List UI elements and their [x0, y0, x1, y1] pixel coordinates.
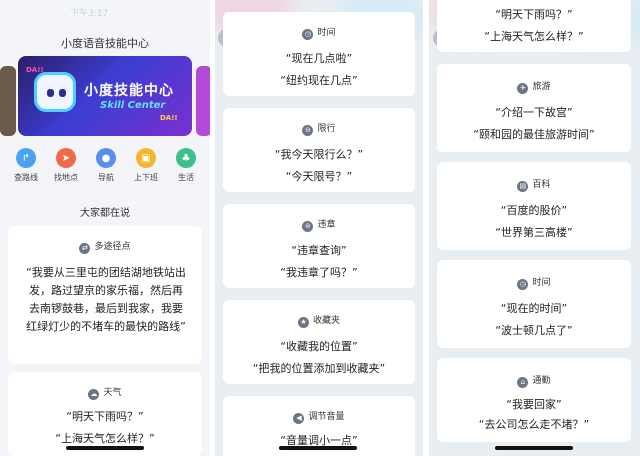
card-example: “我要回家” — [506, 398, 562, 411]
restriction-icon: ⊖ — [302, 125, 314, 136]
status-time: 下午3:17 — [70, 9, 109, 19]
card-example: “今天限号？” — [285, 170, 353, 183]
card-example: “去公司怎么走不堵？” — [478, 418, 590, 431]
route-icon: ⇄ — [79, 243, 91, 254]
shortcut-life[interactable]: ♣ 生活 — [168, 148, 204, 183]
card-header: ⌂ 通勤 — [437, 373, 631, 388]
skill-card-multi-waypoint[interactable]: ⇄ 多途径点 “我要从三里屯的团结湖地铁站出发，路过望京的家乐福，然后再去南锣鼓巷… — [8, 226, 202, 364]
shortcut-commute[interactable]: ▣ 上下班 — [128, 148, 164, 183]
briefcase-icon: ▣ — [136, 148, 156, 168]
shortcut-label: 上下班 — [134, 173, 158, 182]
banner-prev-peek[interactable] — [0, 66, 16, 136]
card-title: 多途径点 — [94, 242, 131, 252]
card-example: “百度的股价” — [500, 204, 568, 217]
star-icon: ★ — [297, 317, 309, 328]
card-title: 调节音量 — [308, 412, 345, 422]
skill-card-time[interactable]: ◷ 时间 “现在几点啦” “纽约现在几点” — [223, 12, 415, 96]
card-example: “现在的时间” — [500, 302, 568, 315]
card-header: ✈ 旅游 — [437, 79, 631, 94]
skill-card-weather[interactable]: ☁ 天气 “明天下雨吗？” “上海天气怎么样？” — [8, 372, 202, 456]
skill-card-weather-partial[interactable]: “明天下雨吗？” “上海天气怎么样？” — [437, 0, 631, 52]
skill-card-violation[interactable]: ⊜ 违章 “违章查询” “我违章了吗？” — [223, 204, 415, 288]
shortcut-label: 导航 — [98, 173, 114, 182]
card-header: ◷ 时间 — [437, 275, 631, 290]
card-header: ◀ 调节音量 — [223, 409, 415, 424]
home-indicator[interactable] — [279, 446, 357, 450]
skill-card-commute[interactable]: ⌂ 通勤 “我要回家” “去公司怎么走不堵？” — [437, 358, 631, 442]
card-header: ▤ 百科 — [437, 177, 631, 192]
skill-list-screen-2: ‹ ◷时间 “现在几点啦” “纽约现在几点” ⊖限行 “我今天限行么？” “今天… — [215, 0, 423, 456]
skill-card-favorites[interactable]: ★ 收藏夹 “收藏我的位置” “把我的位置添加到收藏夹” — [223, 300, 415, 384]
card-header: ◷ 时间 — [223, 25, 415, 40]
shortcut-label: 查路线 — [14, 173, 38, 182]
location-arrow-icon: ➤ — [56, 148, 76, 168]
card-example: “纽约现在几点” — [280, 74, 358, 87]
plant-icon: ♣ — [176, 148, 196, 168]
shortcut-route[interactable]: ↱ 查路线 — [8, 148, 44, 183]
page-title: 小度语音技能中心 — [61, 37, 149, 50]
volume-icon: ◀ — [293, 413, 305, 424]
shortcut-row: ↱ 查路线 ➤ 找地点 ● 导航 ▣ 上下班 ♣ 生活 — [8, 148, 202, 188]
card-title: 天气 — [103, 388, 122, 398]
card-title: 旅游 — [532, 82, 551, 92]
card-title: 时间 — [532, 278, 551, 288]
card-title: 时间 — [317, 28, 336, 38]
skill-center-home-screen: 下午3:17 小度语音技能中心 DA!! DA!! 小度技能中心 Skill C… — [0, 0, 210, 456]
section-title: 大家都在说 — [80, 208, 130, 219]
card-title: 百科 — [532, 180, 551, 190]
card-title: 违章 — [317, 220, 336, 230]
card-header: ⊜ 违章 — [223, 217, 415, 232]
card-example: “波士顿几点了” — [495, 324, 573, 337]
card-example: “上海天气怎么样？” — [55, 432, 155, 445]
skill-card-restriction[interactable]: ⊖ 限行 “我今天限行么？” “今天限号？” — [223, 108, 415, 192]
card-title: 通勤 — [532, 376, 551, 386]
card-example: “颐和园的最佳旅游时间” — [473, 128, 595, 141]
home-icon: ⌂ — [517, 377, 529, 388]
card-example: “我要从三里屯的团结湖地铁站出发，路过望京的家乐福，然后再去南锣鼓巷，最后到我家… — [26, 266, 186, 333]
card-example: “我违章了吗？” — [280, 266, 358, 279]
route-icon: ↱ — [16, 148, 36, 168]
card-example: “我今天限行么？” — [274, 148, 364, 161]
banner-next-peek[interactable] — [196, 66, 210, 136]
card-title: 限行 — [317, 124, 336, 134]
skill-center-banner[interactable]: DA!! DA!! 小度技能中心 Skill Center — [18, 56, 192, 136]
skill-card-travel[interactable]: ✈ 旅游 “介绍一下故宫” “颐和园的最佳旅游时间” — [437, 64, 631, 152]
decor-text: DA!! — [160, 114, 178, 122]
shortcut-label: 找地点 — [54, 173, 78, 182]
skill-list-screen-3: ‹ “明天下雨吗？” “上海天气怎么样？” ✈旅游 “介绍一下故宫” “颐和园的… — [429, 0, 640, 456]
card-header: ⇄ 多途径点 — [8, 239, 202, 254]
card-header: ★ 收藏夹 — [223, 313, 415, 328]
card-example: “介绍一下故宫” — [495, 106, 573, 119]
violation-icon: ⊜ — [302, 221, 314, 232]
home-indicator[interactable] — [495, 446, 573, 450]
card-header: ⊖ 限行 — [223, 121, 415, 136]
home-indicator[interactable] — [66, 446, 144, 450]
skill-card-time[interactable]: ◷ 时间 “现在的时间” “波士顿几点了” — [437, 260, 631, 348]
card-example: “明天下雨吗？” — [495, 8, 573, 21]
shortcut-navigation[interactable]: ● 导航 — [88, 148, 124, 183]
banner-subtitle: Skill Center — [100, 100, 166, 111]
card-example: “现在几点啦” — [285, 52, 353, 65]
card-example: “收藏我的位置” — [280, 340, 358, 353]
card-example: “把我的位置添加到收藏夹” — [252, 362, 386, 375]
robot-mascot-icon — [34, 72, 76, 112]
card-example: “世界第三高楼” — [495, 226, 573, 239]
shortcut-label: 生活 — [178, 173, 194, 182]
travel-icon: ✈ — [517, 83, 529, 94]
clock-icon: ◷ — [517, 279, 529, 290]
shortcut-find-place[interactable]: ➤ 找地点 — [48, 148, 84, 183]
card-header: ☁ 天气 — [8, 385, 202, 400]
card-title: 收藏夹 — [312, 316, 340, 326]
skill-card-encyclopedia[interactable]: ▤ 百科 “百度的股价” “世界第三高楼” — [437, 162, 631, 250]
banner-title: 小度技能中心 — [84, 83, 174, 99]
status-bar: 下午3:17 — [0, 6, 210, 19]
weather-icon: ☁ — [88, 389, 100, 400]
encyclopedia-icon: ▤ — [517, 181, 529, 192]
map-pin-icon: ● — [96, 148, 116, 168]
card-example: “上海天气怎么样？” — [484, 30, 584, 43]
card-example: “明天下雨吗？” — [66, 410, 144, 423]
card-example: “违章查询” — [291, 244, 347, 257]
clock-icon: ◷ — [302, 29, 314, 40]
